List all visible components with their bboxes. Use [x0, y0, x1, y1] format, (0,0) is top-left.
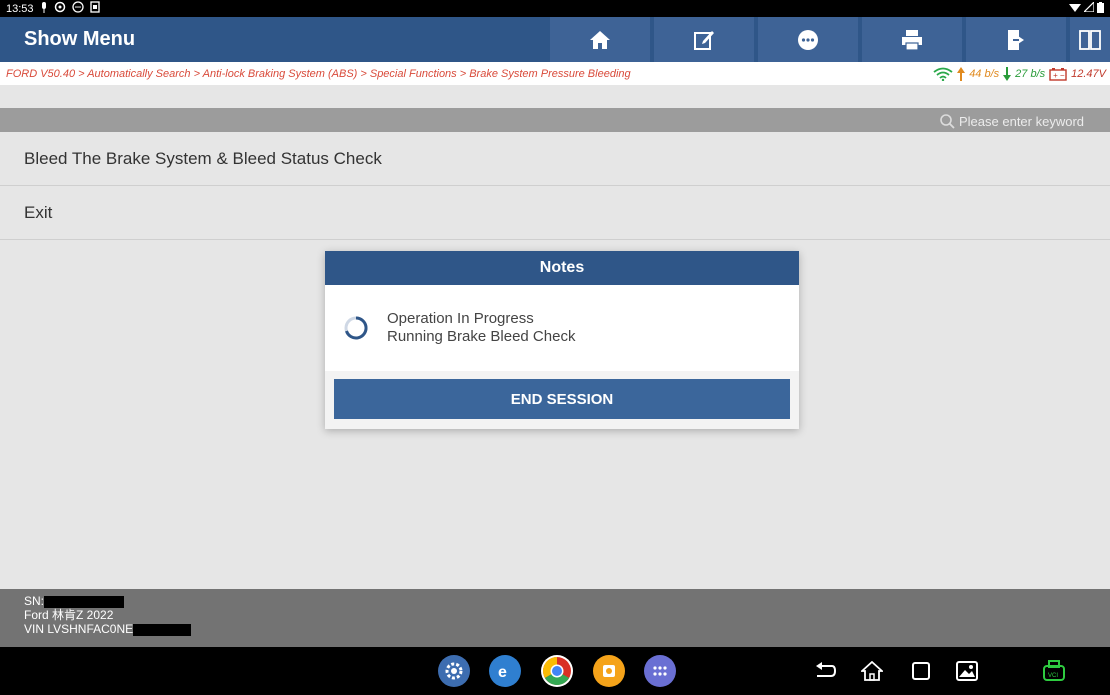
loading-spinner-icon: [344, 316, 368, 340]
sn-label: SN:: [24, 594, 45, 608]
end-session-button[interactable]: END SESSION: [334, 379, 790, 419]
screenshot-button[interactable]: [953, 657, 981, 685]
dialog-status-line: Operation In Progress: [387, 310, 534, 327]
app-browser[interactable]: e: [489, 655, 521, 687]
split-view-icon: [1079, 29, 1101, 50]
home-icon: [590, 30, 610, 49]
clock: 13:53: [6, 2, 34, 15]
chrome-icon: [543, 657, 571, 685]
app-header: Show Menu FORD V50.40 > Automatically Se…: [0, 17, 1110, 85]
device-status-icon: [89, 1, 100, 16]
sn-redacted: [44, 595, 125, 608]
exit-icon: [1008, 29, 1024, 50]
svg-text:VCI: VCI: [1048, 673, 1058, 679]
search-icon: [940, 113, 955, 129]
battery-icon: [1097, 1, 1104, 16]
search-input[interactable]: [959, 113, 1109, 129]
print-button[interactable]: [862, 17, 962, 62]
signal-icon: [1082, 0, 1095, 15]
vci-button[interactable]: VCI: [1040, 657, 1068, 685]
status-bar: 13:53: [0, 0, 1110, 17]
back-icon: [816, 662, 836, 677]
browser-e-icon: e: [498, 664, 507, 681]
toolbar: [546, 17, 1110, 62]
home-button[interactable]: [550, 17, 650, 62]
print-icon: [902, 29, 922, 51]
search-bar: [0, 108, 1110, 132]
app-drawer[interactable]: [644, 655, 676, 687]
vin-label: VIN LVSHNFAC0NE: [24, 622, 134, 636]
vin-redacted: [133, 623, 192, 636]
vehicle-model: Ford 林肯Z 2022: [24, 608, 114, 622]
chat-icon: [798, 29, 818, 50]
dialog-title: Notes: [325, 251, 799, 285]
search-box: [940, 112, 1110, 130]
recents-button[interactable]: [907, 657, 935, 685]
menu-item-bleed-check[interactable]: Bleed The Brake System & Bleed Status Ch…: [0, 132, 1110, 186]
home-nav-button[interactable]: [858, 657, 886, 685]
upload-rate: 44 b/s: [969, 67, 1000, 80]
back-button[interactable]: [811, 657, 839, 685]
svg-text:+ −: + −: [1053, 71, 1065, 80]
wifi-signal-icon: [933, 67, 953, 81]
recents-icon: [912, 662, 930, 680]
battery-voltage: 12.47V: [1071, 67, 1106, 80]
chat-button[interactable]: [758, 17, 858, 62]
download-rate: 27 b/s: [1015, 67, 1046, 80]
split-view-button[interactable]: [1070, 17, 1110, 62]
gallery-icon: [956, 661, 978, 681]
app-settings[interactable]: [438, 655, 470, 687]
car-battery-icon: + −: [1049, 67, 1067, 81]
page-title: Show Menu: [24, 28, 136, 50]
edit-icon: [694, 30, 714, 50]
settings-gear-icon: [445, 662, 463, 680]
notes-dialog: Notes Operation In Progress Running Brak…: [325, 251, 799, 429]
gear-status-icon: [54, 1, 66, 16]
breadcrumb-bar: FORD V50.40 > Automatically Search > Ant…: [0, 62, 1110, 85]
download-arrow-icon: [1003, 66, 1012, 81]
home-outline-icon: [861, 661, 883, 681]
exit-button[interactable]: [966, 17, 1066, 62]
vehicle-info: SN: Ford 林肯Z 2022 VIN LVSHNFAC0NE: [0, 589, 1110, 647]
dialog-body: Operation In Progress Running Brake Blee…: [325, 285, 799, 371]
system-navbar: e VCI: [0, 647, 1110, 695]
wifi-icon: [1069, 2, 1081, 15]
function-menu: Bleed The Brake System & Bleed Status Ch…: [0, 132, 1110, 240]
svg-text:e: e: [498, 664, 507, 681]
breadcrumb: FORD V50.40 > Automatically Search > Ant…: [6, 67, 631, 80]
vci-connector-icon: VCI: [1043, 660, 1065, 681]
menu-item-exit[interactable]: Exit: [0, 186, 1110, 240]
mic-icon: [40, 1, 48, 16]
store-icon: [603, 665, 615, 677]
dialog-detail-line: Running Brake Bleed Check: [387, 328, 576, 345]
app-store[interactable]: [593, 655, 625, 687]
apps-grid-icon: [653, 666, 667, 676]
app-chrome[interactable]: [541, 655, 573, 687]
upload-arrow-icon: [957, 66, 966, 81]
network-status: 44 b/s 27 b/s + − 12.47V: [933, 66, 1110, 81]
edit-button[interactable]: [654, 17, 754, 62]
message-status-icon: [71, 1, 84, 16]
dialog-actions: END SESSION: [325, 371, 799, 429]
